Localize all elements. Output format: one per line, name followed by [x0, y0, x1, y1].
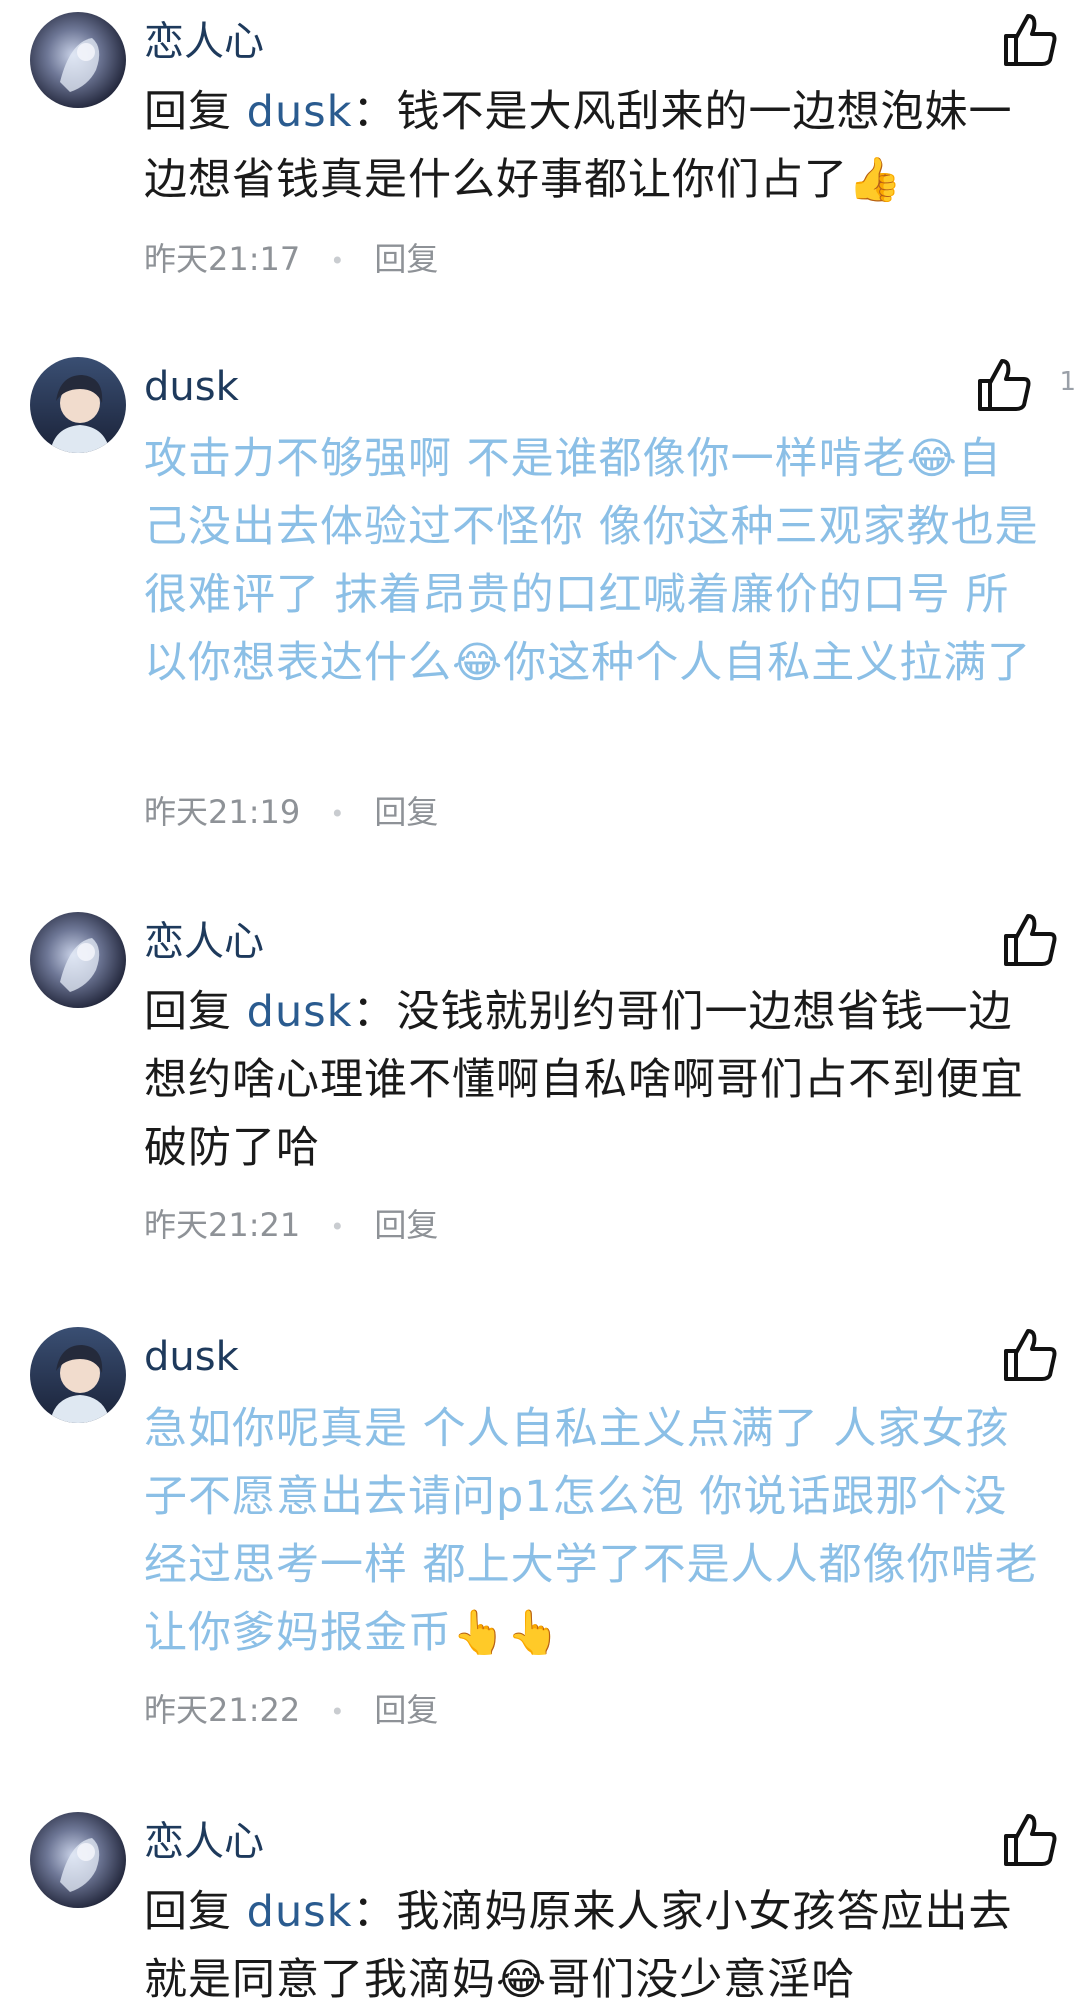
- reply-prefix: 回复: [144, 987, 232, 1037]
- username[interactable]: dusk: [144, 359, 239, 415]
- separator-dot: •: [330, 800, 345, 828]
- comment-text: 回复 dusk：我滴妈原来人家小女孩答应出去就是同意了我滴妈😂哥们没少意淫哈: [144, 1878, 1044, 2006]
- reply-button[interactable]: 回复: [374, 793, 438, 831]
- like-icon[interactable]: [972, 353, 1036, 417]
- like-icon[interactable]: [998, 1323, 1062, 1387]
- separator-dot: •: [330, 1213, 345, 1241]
- reply-prefix: 回复: [144, 1887, 232, 1937]
- comment-meta: 昨天21:17 • 回复: [144, 234, 438, 280]
- reply-prefix: 回复: [144, 87, 232, 137]
- separator-dot: •: [330, 1698, 345, 1726]
- comment-item: 恋人心 回复 dusk：没钱就别约哥们一边想省钱一边想约啥心理谁不懂啊自私啥啊哥…: [0, 900, 1080, 1300]
- like-icon[interactable]: [998, 1808, 1062, 1872]
- comment-item: dusk 急如你呢真是 个人自私主义点满了 人家女孩子不愿意出去请问p1怎么泡 …: [0, 1315, 1080, 1785]
- comment-text: 急如你呢真是 个人自私主义点满了 人家女孩子不愿意出去请问p1怎么泡 你说话跟那…: [144, 1404, 1039, 1658]
- reply-button[interactable]: 回复: [374, 240, 438, 278]
- username[interactable]: 恋人心: [144, 14, 264, 70]
- avatar[interactable]: [30, 12, 126, 108]
- avatar[interactable]: [30, 1327, 126, 1423]
- comment-item: 恋人心 回复 dusk：钱不是大风刮来的一边想泡妹一边想省钱真是什么好事都让你们…: [0, 0, 1080, 330]
- comment-meta: 昨天21:21 • 回复: [144, 1200, 438, 1246]
- timestamp: 昨天21:19: [144, 793, 301, 831]
- reply-target-user[interactable]: dusk: [247, 1887, 353, 1937]
- reply-target-user[interactable]: dusk: [247, 987, 353, 1037]
- timestamp: 昨天21:17: [144, 240, 301, 278]
- avatar[interactable]: [30, 1812, 126, 1908]
- comment-meta: 昨天21:22 • 回复: [144, 1685, 438, 1731]
- comment-meta: 昨天21:19 • 回复: [144, 787, 438, 833]
- timestamp: 昨天21:22: [144, 1691, 301, 1729]
- comment-item: 恋人心 回复 dusk：我滴妈原来人家小女孩答应出去就是同意了我滴妈😂哥们没少意…: [0, 1800, 1080, 2006]
- like-icon[interactable]: [998, 8, 1062, 72]
- comment-item: dusk 1 攻击力不够强啊 不是谁都像你一样啃老😂自己没出去体验过不怪你 像你…: [0, 345, 1080, 885]
- separator-dot: •: [330, 247, 345, 275]
- reply-target-user[interactable]: dusk: [247, 87, 353, 137]
- username[interactable]: 恋人心: [144, 1814, 264, 1870]
- like-count: 1: [1059, 367, 1076, 397]
- comment-feed: 恋人心 回复 dusk：钱不是大风刮来的一边想泡妹一边想省钱真是什么好事都让你们…: [0, 0, 1080, 2006]
- comment-text: 回复 dusk：钱不是大风刮来的一边想泡妹一边想省钱真是什么好事都让你们占了👍: [144, 78, 1044, 214]
- timestamp: 昨天21:21: [144, 1206, 301, 1244]
- comment-text: 回复 dusk：没钱就别约哥们一边想省钱一边想约啥心理谁不懂啊自私啥啊哥们占不到…: [144, 978, 1044, 1182]
- username[interactable]: 恋人心: [144, 914, 264, 970]
- reply-button[interactable]: 回复: [374, 1691, 438, 1729]
- like-icon[interactable]: [998, 908, 1062, 972]
- username[interactable]: dusk: [144, 1329, 239, 1385]
- avatar[interactable]: [30, 912, 126, 1008]
- reply-button[interactable]: 回复: [374, 1206, 438, 1244]
- comment-text: 攻击力不够强啊 不是谁都像你一样啃老😂自己没出去体验过不怪你 像你这种三观家教也…: [144, 434, 1039, 688]
- avatar[interactable]: [30, 357, 126, 453]
